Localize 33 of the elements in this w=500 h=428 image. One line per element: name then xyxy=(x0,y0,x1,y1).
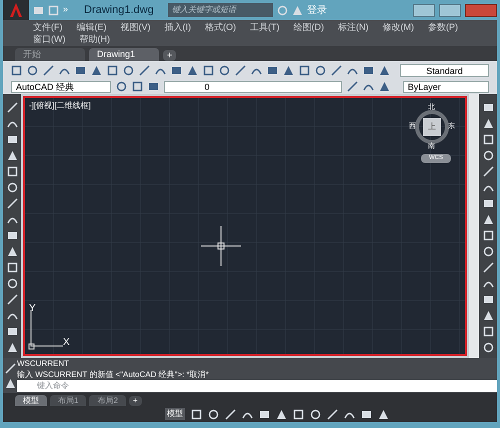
color-dropdown[interactable]: ByLayer xyxy=(402,80,489,92)
menu-item[interactable]: 编辑(E) xyxy=(76,22,106,32)
x-axis-label: X xyxy=(63,338,70,348)
menu-item[interactable]: 参数(P) xyxy=(428,22,458,32)
layout-tab[interactable]: 布局1 xyxy=(50,395,86,406)
menu-item[interactable]: 帮助(H) xyxy=(80,34,110,44)
menu-item[interactable]: 视图(V) xyxy=(120,22,150,32)
menu-item[interactable]: 工具(T) xyxy=(250,22,280,32)
viewcube-face[interactable]: 上 xyxy=(423,118,441,136)
workspace-dropdown[interactable]: AutoCAD 经典 xyxy=(11,80,111,92)
model-space-button[interactable]: 模型 xyxy=(165,408,185,420)
new-tab-button[interactable]: + xyxy=(163,50,176,61)
y-axis-label: Y xyxy=(29,304,36,314)
menu-item[interactable]: 标注(N) xyxy=(338,22,368,32)
layout-tab[interactable]: 模型 xyxy=(15,395,47,406)
command-history-line: 输入 WSCURRENT 的新值 <"AutoCAD 经典">: *取消* xyxy=(17,369,210,380)
menu-item[interactable]: 插入(I) xyxy=(164,22,191,32)
document-tab[interactable]: 开始 xyxy=(15,48,85,61)
command-history-line: WSCURRENT xyxy=(17,358,70,369)
document-title: Drawing1.dwg xyxy=(84,2,155,18)
menu-item[interactable]: 绘图(D) xyxy=(294,22,324,32)
add-layout-button[interactable]: + xyxy=(128,396,142,406)
search-field[interactable]: 键入关键字或短语 xyxy=(168,3,274,17)
menu-item[interactable]: 格式(O) xyxy=(205,22,236,32)
menu-item[interactable]: 文件(F) xyxy=(33,22,62,32)
viewport-label[interactable]: -][俯视][二维线框] xyxy=(29,100,91,112)
menu-item[interactable]: 修改(M) xyxy=(382,22,414,32)
text-style-dropdown[interactable]: Standard xyxy=(400,64,489,76)
layer-dropdown[interactable]: 0 xyxy=(164,80,342,92)
menu-item[interactable]: 窗口(W) xyxy=(33,34,66,44)
document-tab[interactable]: Drawing1 xyxy=(89,48,159,61)
command-input[interactable]: 键入命令 xyxy=(17,380,497,392)
layout-tab[interactable]: 布局2 xyxy=(89,395,126,406)
